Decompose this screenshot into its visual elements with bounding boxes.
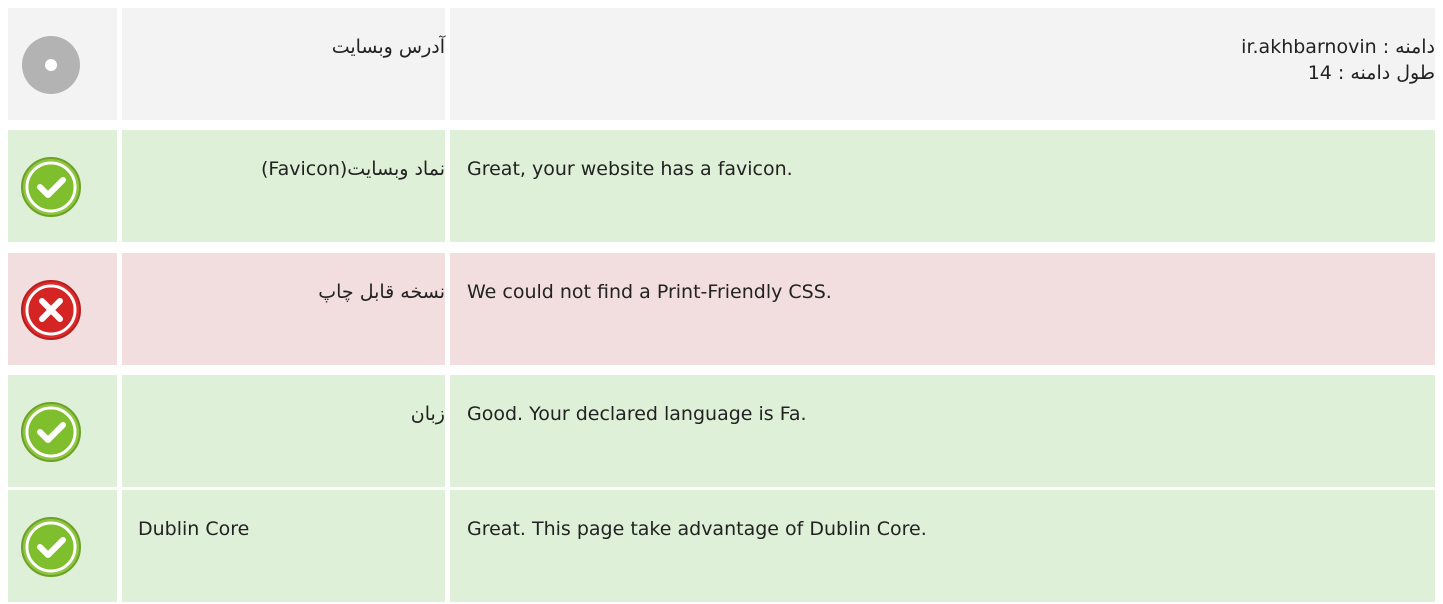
status-cell bbox=[8, 130, 117, 242]
domain-name-text: دامنه : ir.akhbarnovin bbox=[1241, 36, 1435, 58]
check-result-cell: دامنه : ir.akhbarnovin طول دامنه : 14 bbox=[450, 8, 1435, 120]
check-row-website-address: آدرس وبسایت دامنه : ir.akhbarnovin طول د… bbox=[8, 8, 1435, 120]
check-result-text: Great, your website has a favicon. bbox=[467, 158, 793, 180]
check-icon bbox=[21, 402, 81, 462]
check-label-cell: نسخه قابل چاپ bbox=[122, 253, 445, 365]
check-result-cell: Great. This page take advantage of Dubli… bbox=[450, 490, 1435, 602]
check-row-dublin-core: Dublin Core Great. This page take advant… bbox=[8, 490, 1435, 602]
check-icon bbox=[21, 517, 81, 577]
status-cell bbox=[8, 253, 117, 365]
domain-length-text: طول دامنه : 14 bbox=[1307, 62, 1435, 84]
check-label: Dublin Core bbox=[138, 518, 250, 540]
neutral-dot-icon bbox=[21, 35, 81, 95]
check-result-cell: We could not find a Print-Friendly CSS. bbox=[450, 253, 1435, 365]
check-label-cell: زبان bbox=[122, 375, 445, 487]
check-row-favicon: نماد وبسایت(Favicon) Great, your website… bbox=[8, 130, 1435, 242]
check-label: نماد وبسایت(Favicon) bbox=[260, 158, 445, 180]
status-cell bbox=[8, 490, 117, 602]
status-cell bbox=[8, 375, 117, 487]
check-result-cell: Good. Your declared language is Fa. bbox=[450, 375, 1435, 487]
check-label-cell: Dublin Core bbox=[122, 490, 445, 602]
check-label-cell: آدرس وبسایت bbox=[122, 8, 445, 120]
check-result-cell: Great, your website has a favicon. bbox=[450, 130, 1435, 242]
check-result-text: We could not find a Print-Friendly CSS. bbox=[467, 281, 832, 303]
check-row-language: زبان Good. Your declared language is Fa. bbox=[8, 375, 1435, 487]
check-result-text: Good. Your declared language is Fa. bbox=[467, 403, 807, 425]
check-icon bbox=[21, 157, 81, 217]
status-cell bbox=[8, 8, 117, 120]
check-label: آدرس وبسایت bbox=[331, 36, 445, 58]
seo-checks-table: آدرس وبسایت دامنه : ir.akhbarnovin طول د… bbox=[0, 0, 1443, 604]
check-result-text: Great. This page take advantage of Dubli… bbox=[467, 518, 927, 540]
check-label: زبان bbox=[410, 403, 445, 425]
check-row-print-friendly: نسخه قابل چاپ We could not find a Print-… bbox=[8, 253, 1435, 365]
check-label: نسخه قابل چاپ bbox=[318, 281, 445, 303]
cross-icon bbox=[21, 280, 81, 340]
check-label-cell: نماد وبسایت(Favicon) bbox=[122, 130, 445, 242]
